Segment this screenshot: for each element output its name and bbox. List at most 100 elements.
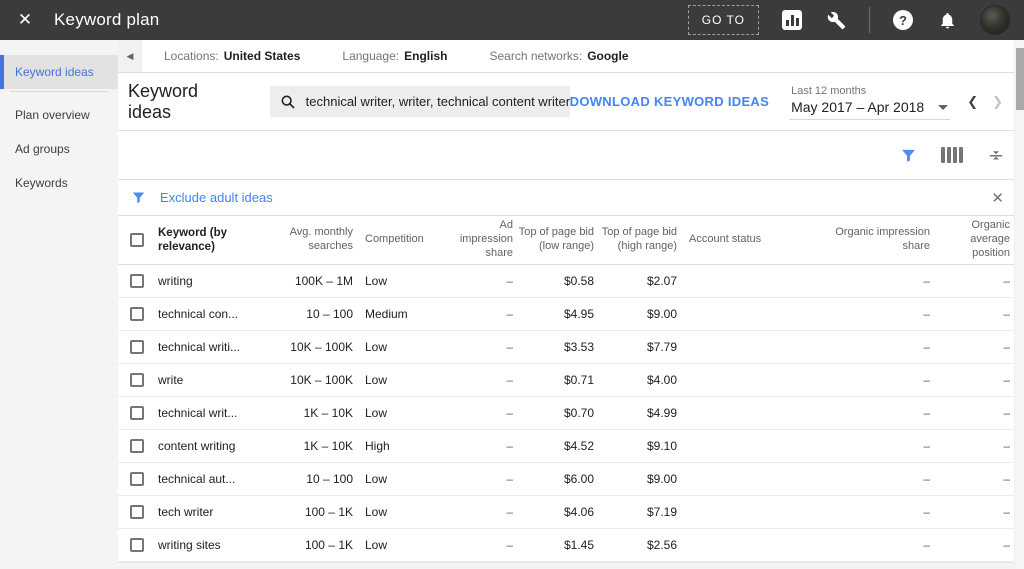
top-of-page-bid-low-cell: $6.00 xyxy=(563,472,594,486)
table-body: writing 100K – 1M Low – $0.58 $2.07 – – … xyxy=(118,265,1024,562)
table-row[interactable]: technical con... 10 – 100 Medium – $4.95… xyxy=(118,298,1024,331)
setting-language[interactable]: Language: English xyxy=(342,49,447,63)
sidebar-divider xyxy=(10,91,108,92)
top-of-page-bid-high-cell: $9.10 xyxy=(646,439,677,453)
table-header-row: Keyword (by relevance) Avg. monthly sear… xyxy=(118,216,1024,265)
table-row[interactable]: technical writ... 1K – 10K Low – $0.70 $… xyxy=(118,397,1024,430)
download-keyword-ideas-link[interactable]: DOWNLOAD KEYWORD IDEAS xyxy=(570,94,769,109)
keyword-search-input[interactable]: technical writer, writer, technical cont… xyxy=(269,86,570,117)
keyword-cell[interactable]: technical con... xyxy=(158,307,258,321)
row-checkbox[interactable] xyxy=(130,406,144,420)
row-checkbox[interactable] xyxy=(130,340,144,354)
scrollbar-thumb[interactable] xyxy=(1016,48,1024,110)
reports-chart-icon[interactable] xyxy=(781,9,803,31)
section-heading: Keyword ideas xyxy=(128,80,199,122)
top-of-page-bid-low-cell: $1.45 xyxy=(563,538,594,552)
table-row[interactable]: technical writi... 10K – 100K Low – $3.5… xyxy=(118,331,1024,364)
keyword-cell[interactable]: write xyxy=(158,373,258,387)
header-account-status[interactable]: Account status xyxy=(677,233,812,247)
header-competition[interactable]: Competition xyxy=(353,233,448,247)
table-row[interactable]: writing sites 100 – 1K Low – $1.45 $2.56… xyxy=(118,529,1024,562)
top-of-page-bid-low-cell: $4.95 xyxy=(563,307,594,321)
table-row[interactable]: technical aut... 10 – 100 Low – $6.00 $9… xyxy=(118,463,1024,496)
expand-rows-icon[interactable] xyxy=(986,145,1006,165)
avg-monthly-searches-cell: 10K – 100K xyxy=(290,373,353,387)
sidebar-item-ad-groups[interactable]: Ad groups xyxy=(0,132,118,166)
organic-average-position-cell: – xyxy=(1003,373,1010,387)
top-of-page-bid-low-cell: $4.06 xyxy=(563,505,594,519)
table-row[interactable]: content writing 1K – 10K High – $4.52 $9… xyxy=(118,430,1024,463)
plan-settings-items: Locations: United States Language: Engli… xyxy=(142,40,629,72)
top-of-page-bid-low-cell: $4.52 xyxy=(563,439,594,453)
tools-wrench-icon[interactable] xyxy=(825,9,847,31)
row-checkbox[interactable] xyxy=(130,373,144,387)
avg-monthly-searches-cell: 100 – 1K xyxy=(304,505,353,519)
table-row[interactable]: tech writer 100 – 1K Low – $4.06 $7.19 –… xyxy=(118,496,1024,529)
organic-impression-share-cell: – xyxy=(923,340,930,354)
setting-search-networks[interactable]: Search networks: Google xyxy=(489,49,628,63)
date-range-picker[interactable]: Last 12 months May 2017 – Apr 2018 xyxy=(789,83,951,120)
header-avg-monthly-searches[interactable]: Avg. monthly searches xyxy=(258,226,353,254)
table-row[interactable]: writing 100K – 1M Low – $0.58 $2.07 – – xyxy=(118,265,1024,298)
avg-monthly-searches-cell: 10 – 100 xyxy=(306,472,353,486)
notifications-bell-icon[interactable] xyxy=(936,9,958,31)
table-row[interactable]: write 10K – 100K Low – $0.71 $4.00 – – xyxy=(118,364,1024,397)
setting-locations[interactable]: Locations: United States xyxy=(164,49,300,63)
sidebar: Keyword ideas Plan overview Ad groups Ke… xyxy=(0,40,118,569)
select-all-checkbox[interactable] xyxy=(130,233,144,247)
header-organic-average-position[interactable]: Organic average position xyxy=(930,219,1010,260)
header-top-bid-high[interactable]: Top of page bid (high range) xyxy=(594,226,677,254)
clear-filter-icon[interactable]: ✕ xyxy=(987,187,1008,209)
row-checkbox-cell xyxy=(118,406,158,420)
header-ad-impression-share[interactable]: Ad impression share xyxy=(448,219,513,260)
organic-average-position-cell: – xyxy=(1003,472,1010,486)
keyword-cell[interactable]: writing sites xyxy=(158,538,258,552)
row-checkbox[interactable] xyxy=(130,472,144,486)
keyword-cell[interactable]: tech writer xyxy=(158,505,258,519)
top-of-page-bid-high-cell: $2.56 xyxy=(646,538,677,552)
ad-impression-share-cell: – xyxy=(506,538,513,552)
row-checkbox-cell xyxy=(118,538,158,552)
organic-average-position-cell: – xyxy=(1003,307,1010,321)
go-to-button[interactable]: GO TO xyxy=(687,5,759,35)
prev-period-chevron[interactable]: ❮ xyxy=(960,94,985,110)
exclude-adult-ideas-filter[interactable]: Exclude adult ideas xyxy=(160,190,273,205)
row-checkbox[interactable] xyxy=(130,274,144,288)
header-top-bid-low[interactable]: Top of page bid (low range) xyxy=(513,226,594,254)
header-organic-impression-share[interactable]: Organic impression share xyxy=(812,226,930,254)
keyword-cell[interactable]: writing xyxy=(158,274,258,288)
keyword-cell[interactable]: technical aut... xyxy=(158,472,258,486)
user-avatar[interactable] xyxy=(980,5,1010,35)
ad-impression-share-cell: – xyxy=(506,505,513,519)
sidebar-item-plan-overview[interactable]: Plan overview xyxy=(0,98,118,132)
sidebar-item-keyword-ideas[interactable]: Keyword ideas xyxy=(0,55,118,89)
filter-icon[interactable] xyxy=(898,145,918,165)
sidebar-item-keywords[interactable]: Keywords xyxy=(0,166,118,200)
ad-impression-share-cell: – xyxy=(506,472,513,486)
collapse-panel-icon[interactable]: ◀ xyxy=(118,40,142,72)
header-keyword[interactable]: Keyword (by relevance) xyxy=(158,226,258,255)
organic-impression-share-cell: – xyxy=(923,538,930,552)
help-icon[interactable]: ? xyxy=(892,9,914,31)
vertical-scrollbar[interactable] xyxy=(1014,40,1024,569)
keyword-cell[interactable]: content writing xyxy=(158,439,258,453)
row-checkbox[interactable] xyxy=(130,505,144,519)
competition-cell: Medium xyxy=(365,307,408,321)
plan-settings-bar: ◀ Locations: United States Language: Eng… xyxy=(118,40,1024,73)
organic-impression-share-cell: – xyxy=(923,373,930,387)
keyword-cell[interactable]: technical writi... xyxy=(158,340,258,354)
columns-icon[interactable] xyxy=(941,145,963,165)
row-checkbox[interactable] xyxy=(130,307,144,321)
keyword-cell[interactable]: technical writ... xyxy=(158,406,258,420)
row-checkbox[interactable] xyxy=(130,439,144,453)
competition-cell: Low xyxy=(365,472,388,486)
top-of-page-bid-low-cell: $3.53 xyxy=(563,340,594,354)
next-period-chevron[interactable]: ❯ xyxy=(985,94,1010,110)
main-content: ◀ Locations: United States Language: Eng… xyxy=(118,40,1024,569)
close-icon[interactable]: ✕ xyxy=(14,9,36,31)
topbar-actions: GO TO ? xyxy=(687,5,1010,35)
top-of-page-bid-low-cell: $0.71 xyxy=(563,373,594,387)
row-checkbox[interactable] xyxy=(130,538,144,552)
competition-cell: Low xyxy=(365,538,388,552)
active-filters-row: Exclude adult ideas ✕ xyxy=(118,180,1024,216)
